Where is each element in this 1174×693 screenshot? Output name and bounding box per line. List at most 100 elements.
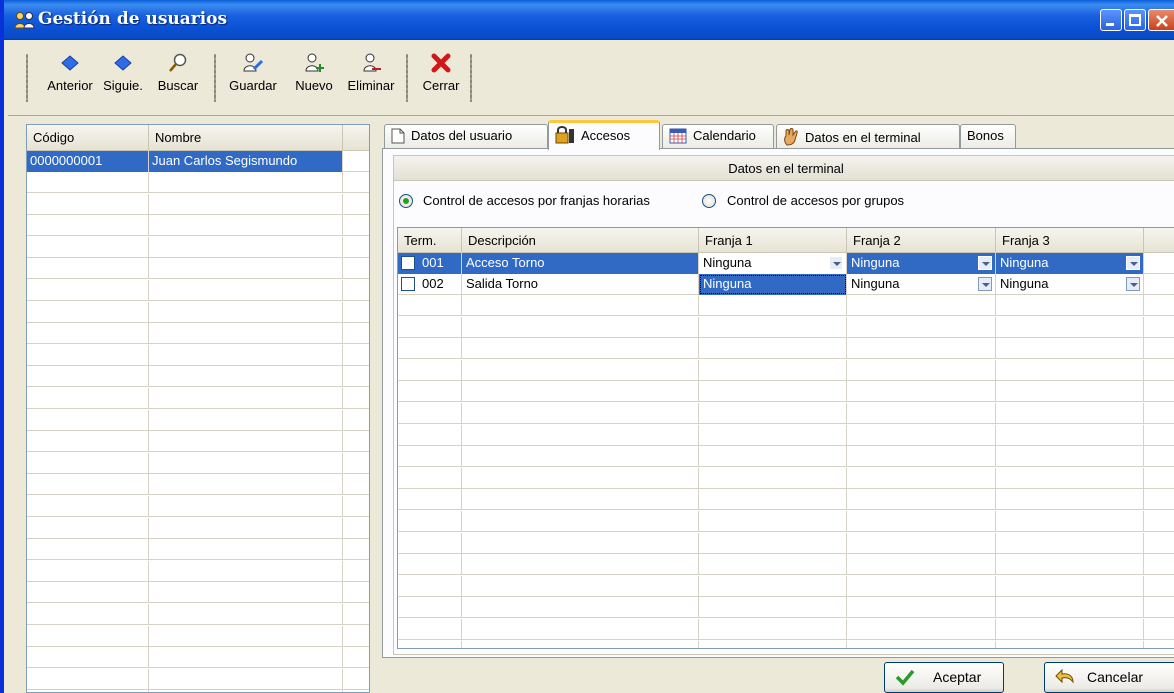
new-label: Nuevo [295, 78, 333, 93]
empty-row [398, 338, 1174, 360]
tab-user-data[interactable]: Datos del usuario [384, 124, 548, 148]
cancel-label: Cancelar [1087, 669, 1144, 685]
column-header-slot3[interactable]: Franja 3 [996, 228, 1144, 253]
tab-user-data-label: Datos del usuario [411, 128, 513, 143]
term-cell[interactable]: 002 [398, 274, 462, 295]
slot1-dropdown[interactable]: Ninguna [699, 274, 847, 295]
column-header-filler [1144, 228, 1174, 253]
chevron-down-icon[interactable] [1126, 256, 1140, 270]
empty-row [27, 215, 369, 237]
table-row[interactable]: 001 Acceso Torno Ninguna Ninguna Ninguna [398, 253, 1174, 274]
table-row[interactable]: 0000000001 Juan Carlos Segismundo [27, 151, 369, 172]
lock-key-icon [555, 126, 574, 144]
slot2-dropdown[interactable]: Ninguna [847, 274, 996, 295]
user-save-icon [243, 53, 264, 72]
previous-button[interactable]: Anterior [44, 52, 96, 93]
save-label: Guardar [229, 78, 277, 93]
group-title: Datos en el terminal [393, 155, 1174, 181]
empty-row [27, 560, 369, 582]
slot2-dropdown[interactable]: Ninguna [847, 253, 996, 274]
user-name-cell[interactable]: Juan Carlos Segismundo [149, 151, 343, 172]
user-code-cell[interactable]: 0000000001 [27, 151, 149, 172]
empty-row [398, 532, 1174, 554]
empty-row [27, 258, 369, 280]
tab-calendar[interactable]: Calendario [662, 124, 774, 148]
empty-row [27, 323, 369, 345]
empty-row [27, 496, 369, 517]
row-checkbox[interactable] [401, 277, 415, 291]
users-icon [14, 12, 35, 29]
column-header-term[interactable]: Term. [398, 228, 462, 253]
description-cell[interactable]: Salida Torno [462, 274, 699, 295]
close-button[interactable]: Cerrar [418, 52, 464, 93]
access-grid[interactable]: Term. Descripción Franja 1 Franja 2 Fran… [397, 227, 1174, 649]
radio-timeslots-label[interactable]: Control de accesos por franjas horarias [423, 193, 650, 208]
tab-terminal-data[interactable]: Datos en el terminal [776, 124, 960, 148]
empty-row [27, 388, 369, 409]
maximize-button[interactable] [1124, 9, 1146, 31]
column-header-description[interactable]: Descripción [462, 228, 699, 253]
check-icon [895, 669, 915, 686]
empty-row [27, 517, 369, 539]
empty-row [398, 511, 1174, 532]
radio-groups[interactable] [702, 194, 716, 208]
empty-row [27, 452, 369, 474]
radio-groups-label[interactable]: Control de accesos por grupos [727, 193, 904, 208]
chevron-down-icon[interactable] [978, 277, 992, 291]
empty-row [398, 316, 1174, 338]
minimize-button[interactable] [1100, 9, 1122, 31]
empty-row [27, 280, 369, 301]
window-title: Gestión de usuarios [38, 9, 228, 29]
search-button[interactable]: Buscar [152, 52, 204, 93]
column-header-name[interactable]: Nombre [149, 125, 343, 151]
cancel-button[interactable]: Cancelar [1044, 662, 1174, 693]
description-cell[interactable]: Acceso Torno [462, 253, 699, 274]
title-bar[interactable]: Gestión de usuarios [4, 0, 1174, 40]
radio-timeslots[interactable] [399, 194, 413, 208]
arrow-left-icon [61, 55, 79, 71]
minimize-icon [1106, 23, 1114, 26]
empty-row [398, 489, 1174, 511]
slot3-value: Ninguna [1000, 276, 1049, 291]
toolbar-grip[interactable] [406, 54, 408, 102]
empty-row [27, 172, 369, 193]
table-row[interactable]: 002 Salida Torno Ninguna Ninguna Ninguna [398, 274, 1174, 295]
toolbar-grip[interactable] [470, 54, 472, 102]
chevron-down-icon[interactable] [829, 256, 843, 270]
search-label: Buscar [157, 78, 199, 93]
next-label: Siguie. [103, 78, 143, 93]
slot3-dropdown[interactable]: Ninguna [996, 274, 1144, 295]
empty-row [398, 403, 1174, 424]
search-icon [169, 53, 187, 72]
empty-row [27, 344, 369, 366]
save-button[interactable]: Guardar [224, 52, 282, 93]
slot1-dropdown[interactable]: Ninguna [699, 253, 847, 274]
slot3-dropdown[interactable]: Ninguna [996, 253, 1144, 274]
chevron-down-icon[interactable] [1126, 277, 1140, 291]
tab-calendar-label: Calendario [693, 128, 756, 143]
empty-row [27, 668, 369, 690]
empty-row [398, 359, 1174, 381]
column-header-slot2[interactable]: Franja 2 [847, 228, 996, 253]
row-checkbox[interactable] [401, 256, 415, 270]
toolbar-grip[interactable] [214, 54, 216, 102]
empty-row [398, 597, 1174, 619]
toolbar-grip[interactable] [26, 54, 28, 102]
column-header-slot1[interactable]: Franja 1 [699, 228, 847, 253]
close-window-button[interactable] [1148, 9, 1174, 31]
empty-row [27, 366, 369, 388]
tab-access[interactable]: Accesos [548, 120, 660, 150]
next-button[interactable]: Siguie. [96, 52, 150, 93]
delete-button[interactable]: Eliminar [342, 52, 400, 93]
column-header-code[interactable]: Código [27, 125, 149, 151]
slot2-value: Ninguna [851, 276, 900, 291]
term-cell[interactable]: 001 [398, 253, 462, 274]
user-management-window: Gestión de usuarios Anterior Siguie. Bus… [0, 0, 1174, 693]
access-tab-panel: Datos en el terminal Control de accesos … [382, 148, 1174, 658]
chevron-down-icon[interactable] [978, 256, 992, 270]
accept-button[interactable]: Aceptar [884, 662, 1004, 693]
users-grid[interactable]: Código Nombre 0000000001 Juan Carlos Seg… [26, 124, 370, 693]
tab-bonuses[interactable]: Bonos [960, 124, 1016, 148]
previous-label: Anterior [47, 78, 93, 93]
new-button[interactable]: Nuevo [290, 52, 338, 93]
